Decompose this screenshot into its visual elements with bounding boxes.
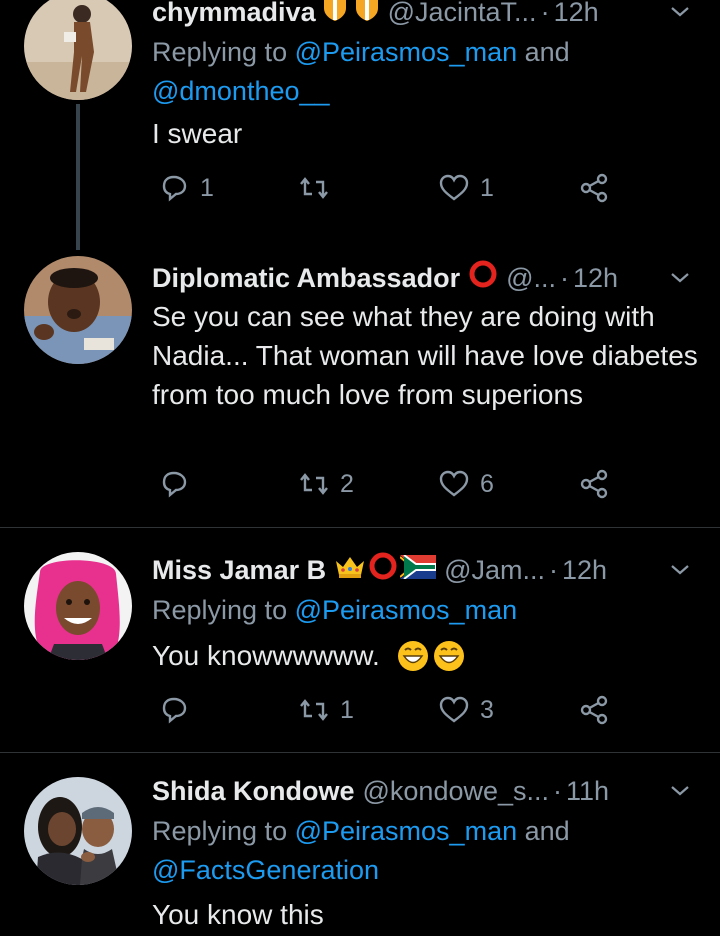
timestamp[interactable]: 11h [566,773,609,809]
action-bar: 2 6 [152,468,632,508]
share-button[interactable] [578,468,610,500]
retweet-icon [300,177,328,199]
display-name[interactable]: Miss Jamar B [152,552,326,588]
chevron-down-icon[interactable] [668,558,692,582]
timestamp[interactable]: 12h [573,260,618,296]
tweet-1[interactable]: chymmadiva @JacintaT... · 12h Replying t… [0,0,720,250]
replying-and: and [524,816,570,846]
mention-link[interactable]: @Peirasmos_man [295,595,518,625]
reply-button[interactable] [158,694,200,726]
chevron-down-icon[interactable] [668,266,692,290]
like-count: 6 [480,469,494,498]
mention-link[interactable]: @Peirasmos_man [295,37,518,67]
like-button[interactable]: 3 [438,694,494,726]
replying-to: Replying to @Peirasmos_man and @dmontheo… [152,33,700,111]
avatar[interactable] [24,552,132,660]
tweet-header: chymmadiva @JacintaT... · 12h [152,0,700,30]
share-icon [580,695,608,725]
chevron-down-icon[interactable] [668,0,692,24]
replying-and: and [524,37,570,67]
tweet-4[interactable]: Shida Kondowe @kondowe_s... · 11h Replyi… [0,753,720,936]
retweet-count: 1 [340,695,354,724]
share-icon [580,469,608,499]
replying-to-label: Replying to [152,816,288,846]
like-icon [439,174,469,201]
retweet-button[interactable]: 1 [298,694,354,726]
handle[interactable]: @JacintaT... [388,0,537,30]
action-bar: 1 1 [152,172,632,212]
tweet-text-content: You knowwwwww. [152,640,380,671]
retweet-count: 2 [340,469,354,498]
chevron-down-icon[interactable] [668,779,692,803]
tweet-2[interactable]: Diplomatic Ambassador @... · 12h Se you … [0,252,720,528]
like-icon [439,470,469,497]
avatar[interactable] [24,256,132,364]
mention-link[interactable]: @Peirasmos_man [295,816,518,846]
shield-emoji-icon [354,0,380,31]
handle[interactable]: @... [506,260,556,296]
avatar[interactable] [24,0,132,100]
tweet-header: Miss Jamar B @Jam... · 12h [152,552,700,588]
like-icon [439,696,469,723]
separator-dot: · [540,0,550,27]
share-button[interactable] [578,694,610,726]
reply-icon [162,697,187,724]
retweet-button[interactable] [298,172,340,204]
retweet-button[interactable]: 2 [298,468,354,500]
separator-dot: · [549,555,559,585]
action-bar: 1 3 [152,694,632,734]
timestamp[interactable]: 12h [554,0,599,30]
replying-to: Replying to @Peirasmos_man [152,591,700,630]
tweet-text: I swear [152,118,243,149]
separator-dot: · [560,263,569,293]
avatar[interactable] [24,777,132,885]
display-name[interactable]: chymmadiva [152,0,316,30]
tweet-header: Shida Kondowe @kondowe_s... · 11h [152,773,700,809]
share-button[interactable] [578,172,610,204]
tweet-3[interactable]: Miss Jamar B @Jam... · 12h Replying to @… [0,528,720,752]
timestamp[interactable]: 12h [562,552,607,588]
shield-emoji-icon [322,0,348,31]
replying-to-label: Replying to [152,595,288,625]
display-name[interactable]: Diplomatic Ambassador [152,260,460,296]
reply-button[interactable]: 1 [158,172,214,204]
separator-dot: · [553,776,563,806]
mention-link[interactable]: @dmontheo__ [152,76,330,106]
retweet-icon [300,699,328,721]
grinning-emoji-icon [396,639,430,673]
tweet-text: Se you can see what they are doing with … [152,301,698,410]
tweet-text: You knowwwwww. [152,636,700,675]
grinning-emoji-icon [432,639,466,673]
red-circle-icon [468,259,498,298]
mention-link[interactable]: @FactsGeneration [152,855,379,885]
red-circle-icon [368,551,398,590]
retweet-icon [300,473,328,495]
tweet-text: You know this [152,899,324,930]
like-count: 1 [480,173,494,202]
like-button[interactable]: 1 [438,172,494,204]
tweet-header: Diplomatic Ambassador @... · 12h [152,260,700,296]
thread-line [76,104,80,250]
like-button[interactable]: 6 [438,468,494,500]
like-count: 3 [480,695,494,724]
reply-icon [162,471,187,498]
reply-button[interactable] [158,468,200,500]
crown-icon [334,552,366,588]
handle[interactable]: @kondowe_s... [363,773,550,809]
handle[interactable]: @Jam... [444,552,545,588]
reply-count: 1 [200,173,214,202]
display-name[interactable]: Shida Kondowe [152,773,355,809]
replying-to: Replying to @Peirasmos_man and @FactsGen… [152,812,700,890]
south-africa-flag-icon [399,552,438,588]
reply-icon [162,175,187,202]
replying-to-label: Replying to [152,37,288,67]
share-icon [580,173,608,203]
